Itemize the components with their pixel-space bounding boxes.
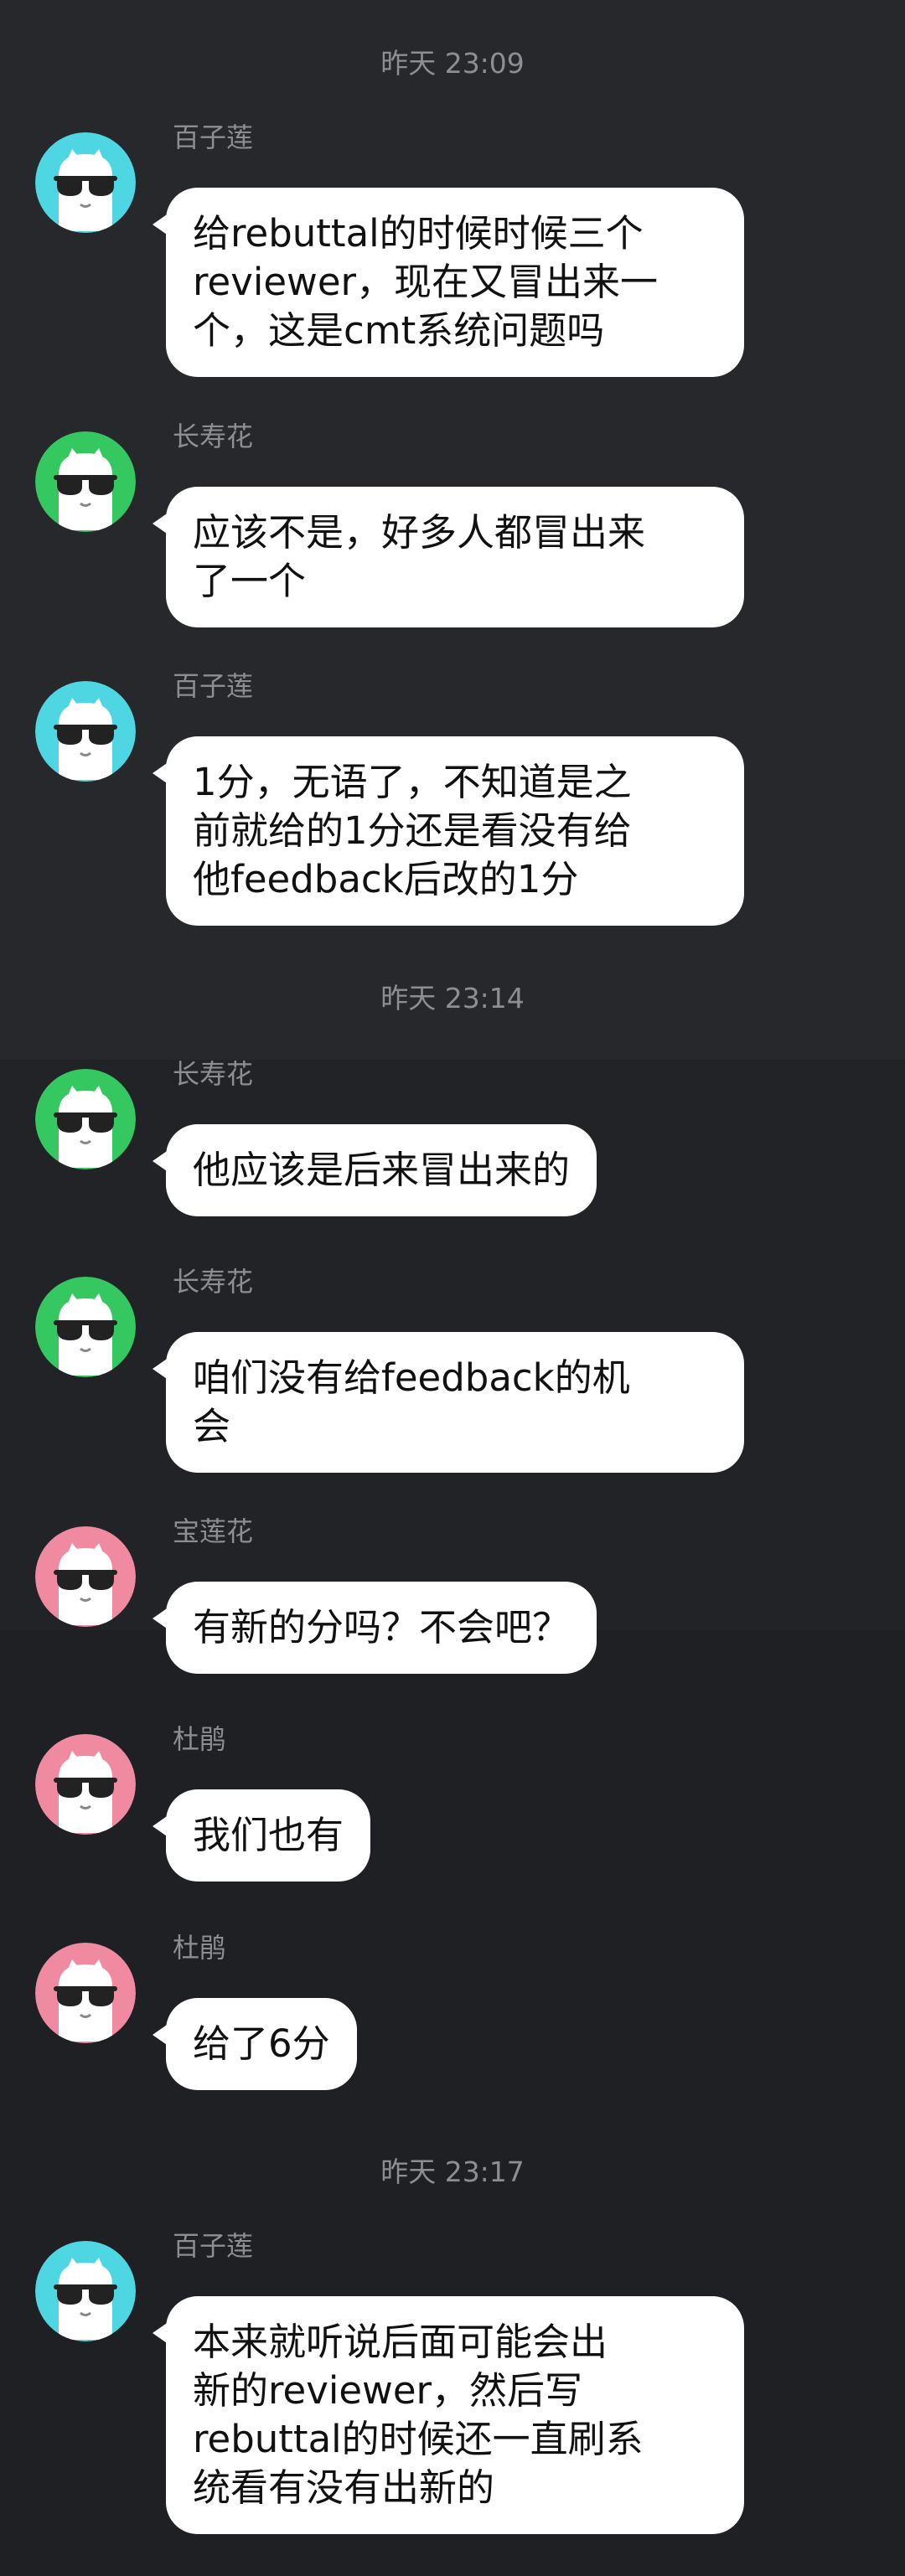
sender-name: 百子莲 — [173, 121, 254, 153]
message-bubble[interactable]: 给rebuttal的时候时候三个 reviewer，现在又冒出来一 个，这是cm… — [153, 188, 744, 377]
sender-name: 长寿花 — [173, 1266, 254, 1298]
sender-name: 百子莲 — [173, 2230, 254, 2262]
avatar-pink-icon[interactable] — [35, 1526, 136, 1627]
sender-name: 杜鹃 — [173, 1932, 227, 1964]
message-bubble[interactable]: 有新的分吗？不会吧？ — [152, 1582, 597, 1674]
avatar-cyan-icon[interactable] — [35, 132, 136, 233]
sender-name: 宝莲花 — [173, 1515, 254, 1547]
timestamp: 昨天 23:14 — [380, 982, 525, 1014]
message-bubble[interactable]: 给了6分 — [153, 1998, 357, 2090]
sender-name: 长寿花 — [173, 421, 254, 452]
timestamp: 昨天 23:09 — [380, 47, 525, 80]
sender-name: 长寿花 — [173, 1058, 254, 1090]
message-bubble[interactable]: 他应该是后来冒出来的 — [152, 1124, 597, 1216]
message-bubble[interactable]: 我们也有 — [152, 1789, 371, 1882]
message-bubble[interactable]: 咱们没有给feedback的机 会 — [153, 1332, 744, 1473]
avatar-pink-icon[interactable] — [35, 1943, 136, 2043]
sender-name: 百子莲 — [173, 670, 254, 702]
timestamp: 昨天 23:17 — [380, 2155, 525, 2188]
avatar-pink-icon[interactable] — [35, 1734, 136, 1835]
message-bubble[interactable]: 1分，无语了，不知道是之 前就给的1分还是看没有给 他feedback后改的1分 — [153, 736, 744, 926]
avatar-green-icon[interactable] — [35, 1069, 136, 1169]
sender-name: 杜鹃 — [173, 1723, 227, 1755]
message-bubble[interactable]: 本来就听说后面可能会出 新的reviewer，然后写 rebuttal的时候还一… — [153, 2296, 744, 2534]
message-bubble[interactable]: 应该不是，好多人都冒出来 了一个 — [153, 487, 744, 627]
avatar-green-icon[interactable] — [35, 1277, 136, 1377]
avatar-green-icon[interactable] — [35, 431, 136, 532]
avatar-cyan-icon[interactable] — [35, 2241, 136, 2341]
avatar-cyan-icon[interactable] — [35, 681, 136, 782]
